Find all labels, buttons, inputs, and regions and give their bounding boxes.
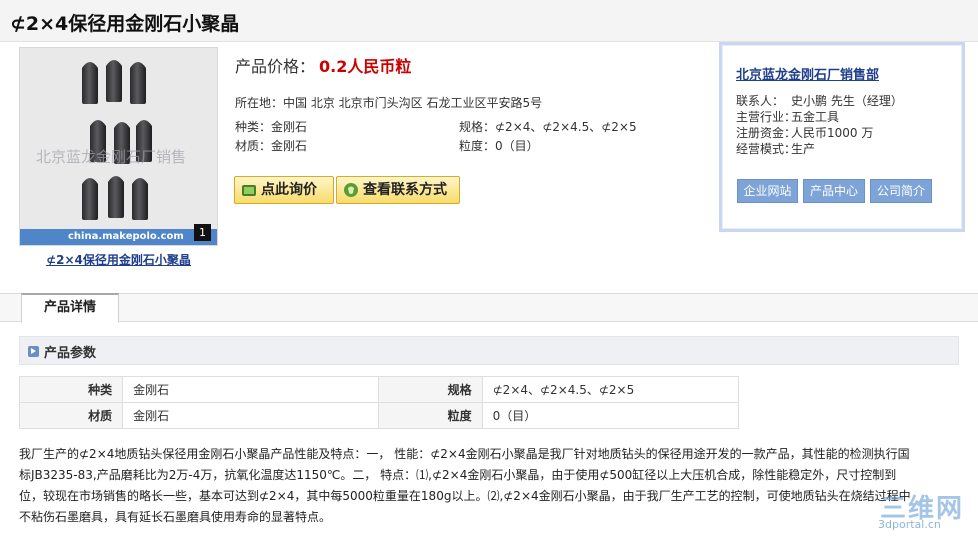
inquire-button-label: 点此询价 xyxy=(261,182,317,198)
attr-kind: 种类：金刚石 xyxy=(235,120,308,134)
table-key: 粒度 xyxy=(378,402,483,429)
product-description: 我厂生产的⊄2×4地质钻头保径用金刚石小聚晶产品性能及特点：一， 性能：⊄2×4… xyxy=(19,447,911,524)
attr-material: 材质：金刚石 xyxy=(235,139,308,153)
price-row: 产品价格： 0.2人民币粒 xyxy=(235,53,411,77)
company-row-capital: 注册资金：人民币1000 万 xyxy=(736,126,874,140)
company-row-industry: 主营行业：五金工具 xyxy=(736,110,840,124)
attr-grain: 粒度：0（目） xyxy=(459,139,539,153)
params-section-header: 产品参数 xyxy=(19,336,959,365)
price-value: 0.2人民币粒 xyxy=(319,57,412,76)
view-contact-button-label: 查看联系方式 xyxy=(363,182,447,198)
title-bar: ⊄2×4保径用金刚石小聚晶 xyxy=(0,0,978,42)
cart-icon xyxy=(242,185,256,196)
image-index-badge: 1 xyxy=(194,224,211,241)
company-card: 北京蓝龙金刚石厂销售部 联系人： 史小鹏 先生（经理） 主营行业：五金工具 注册资… xyxy=(719,42,965,232)
table-value: 金刚石 xyxy=(122,402,380,429)
watermark-logo-domain: 3dportal.cn xyxy=(878,518,941,531)
image-caption-link[interactable]: ⊄2×4保径用金刚石小聚晶 xyxy=(19,251,218,268)
price-label: 产品价格： xyxy=(235,57,316,76)
table-key: 种类 xyxy=(18,376,124,403)
detail-tabs: 产品详情 xyxy=(0,293,978,323)
site-watermark-logo: 三维网 3dportal.cn xyxy=(872,488,972,538)
company-profile-button[interactable]: 公司简介 xyxy=(870,179,932,203)
inquire-button[interactable]: 点此询价 xyxy=(234,176,334,204)
product-image[interactable]: 北京蓝龙金刚石厂销售 china.makepolo.com 1 xyxy=(19,47,218,246)
table-key: 材质 xyxy=(18,402,124,429)
table-value: 0（目） xyxy=(481,402,740,429)
company-website-button[interactable]: 企业网站 xyxy=(737,179,798,203)
product-center-button[interactable]: 产品中心 xyxy=(803,179,865,203)
image-watermark: 北京蓝龙金刚石厂销售 xyxy=(36,148,187,166)
company-row-contact: 联系人： 史小鹏 先生（经理） xyxy=(736,94,903,108)
table-value: ⊄2×4、⊄2×4.5、⊄2×5 xyxy=(481,376,740,403)
image-site-label: china.makepolo.com xyxy=(20,229,217,245)
attr-spec: 规格：⊄2×4、⊄2×4.5、⊄2×5 xyxy=(459,120,637,134)
location-text: 所在地：中国 北京 北京市门头沟区 石龙工业区平安路5号 xyxy=(235,96,543,110)
arrow-icon xyxy=(28,346,39,357)
table-key: 规格 xyxy=(378,376,483,403)
params-heading: 产品参数 xyxy=(44,346,97,361)
table-row: 材质 金刚石 粒度 0（目） xyxy=(18,402,740,429)
company-row-mode: 经营模式：生产 xyxy=(736,142,816,156)
view-contact-button[interactable]: 查看联系方式 xyxy=(336,176,460,204)
params-table: 种类 金刚石 规格 ⊄2×4、⊄2×4.5、⊄2×5 材质 金刚石 粒度 0（目… xyxy=(18,376,740,429)
table-value: 金刚石 xyxy=(122,376,380,403)
tab-product-details[interactable]: 产品详情 xyxy=(21,293,119,323)
company-name-link[interactable]: 北京蓝龙金刚石厂销售部 xyxy=(736,64,879,83)
table-row: 种类 金刚石 规格 ⊄2×4、⊄2×4.5、⊄2×5 xyxy=(18,376,740,403)
contact-icon xyxy=(344,183,358,197)
product-title: ⊄2×4保径用金刚石小聚晶 xyxy=(10,13,240,35)
